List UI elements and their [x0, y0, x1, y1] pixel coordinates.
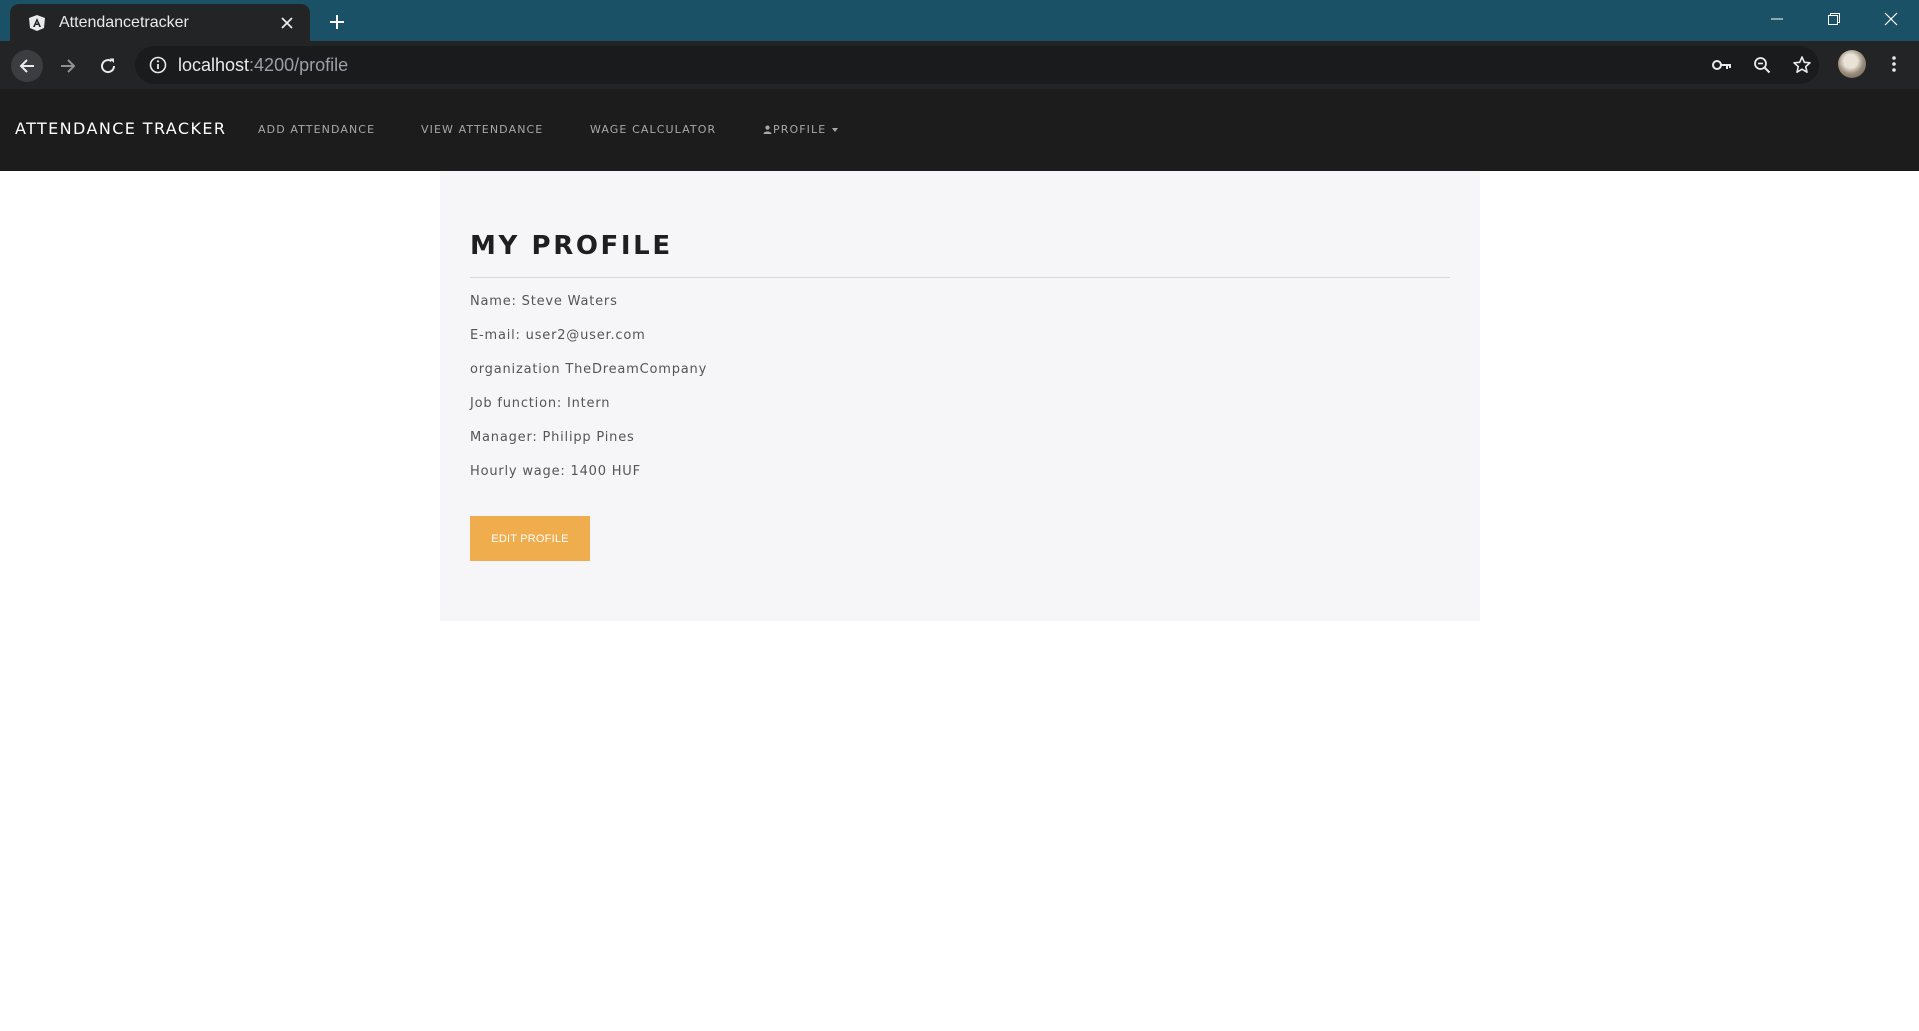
- browser-toolbar: localhost:4200/profile: [0, 41, 1919, 89]
- close-icon[interactable]: [276, 12, 298, 34]
- chevron-down-icon: [832, 127, 839, 132]
- url-host: localhost: [178, 55, 250, 75]
- forward-arrow-icon[interactable]: [52, 50, 84, 82]
- window-controls: [1748, 0, 1919, 38]
- zoom-out-icon[interactable]: [1751, 54, 1773, 76]
- url-path: :4200/profile: [249, 55, 349, 75]
- browser-tabstrip: Attendancetracker: [0, 0, 1919, 41]
- title-divider: [470, 277, 1450, 278]
- address-bar[interactable]: localhost:4200/profile: [135, 46, 1819, 84]
- profile-name: Name: Steve Waters: [470, 294, 618, 309]
- restore-icon[interactable]: [1805, 0, 1862, 38]
- app-navbar: ATTENDANCE TRACKER ADD ATTENDANCE VIEW A…: [0, 89, 1919, 171]
- profile-organization: organization TheDreamCompany: [470, 362, 708, 377]
- vertical-dots-icon[interactable]: [1880, 50, 1908, 78]
- tab-title: Attendancetracker: [59, 13, 189, 31]
- window-close-icon[interactable]: [1862, 0, 1919, 38]
- url-text: localhost:4200/profile: [178, 55, 348, 76]
- nav-wage-calculator[interactable]: WAGE CALCULATOR: [590, 123, 716, 136]
- page-title: MY PROFILE: [470, 231, 673, 261]
- nav-add-attendance[interactable]: ADD ATTENDANCE: [258, 123, 375, 136]
- angular-icon: [27, 13, 47, 33]
- star-icon[interactable]: [1791, 54, 1813, 76]
- key-icon[interactable]: [1711, 54, 1733, 76]
- profile-card: MY PROFILE Name: Steve Waters E-mail: us…: [440, 171, 1480, 621]
- minimize-icon[interactable]: [1748, 0, 1805, 38]
- plus-icon[interactable]: [323, 8, 351, 36]
- user-icon: [763, 125, 772, 134]
- profile-email: E-mail: user2@user.com: [470, 328, 646, 343]
- profile-job-function: Job function: Intern: [470, 396, 611, 411]
- nav-view-attendance[interactable]: VIEW ATTENDANCE: [421, 123, 543, 136]
- edit-profile-button[interactable]: EDIT PROFILE: [470, 516, 590, 561]
- nav-profile-dropdown[interactable]: PROFILE: [763, 123, 839, 136]
- profile-hourly-wage: Hourly wage: 1400 HUF: [470, 464, 641, 479]
- nav-profile-label: PROFILE: [773, 123, 827, 136]
- reload-icon[interactable]: [92, 50, 124, 82]
- info-icon[interactable]: [149, 56, 167, 74]
- browser-tab[interactable]: Attendancetracker: [10, 4, 310, 41]
- brand-title[interactable]: ATTENDANCE TRACKER: [15, 119, 226, 138]
- avatar[interactable]: [1838, 50, 1866, 78]
- back-arrow-icon[interactable]: [11, 50, 43, 82]
- profile-manager: Manager: Philipp Pines: [470, 430, 635, 445]
